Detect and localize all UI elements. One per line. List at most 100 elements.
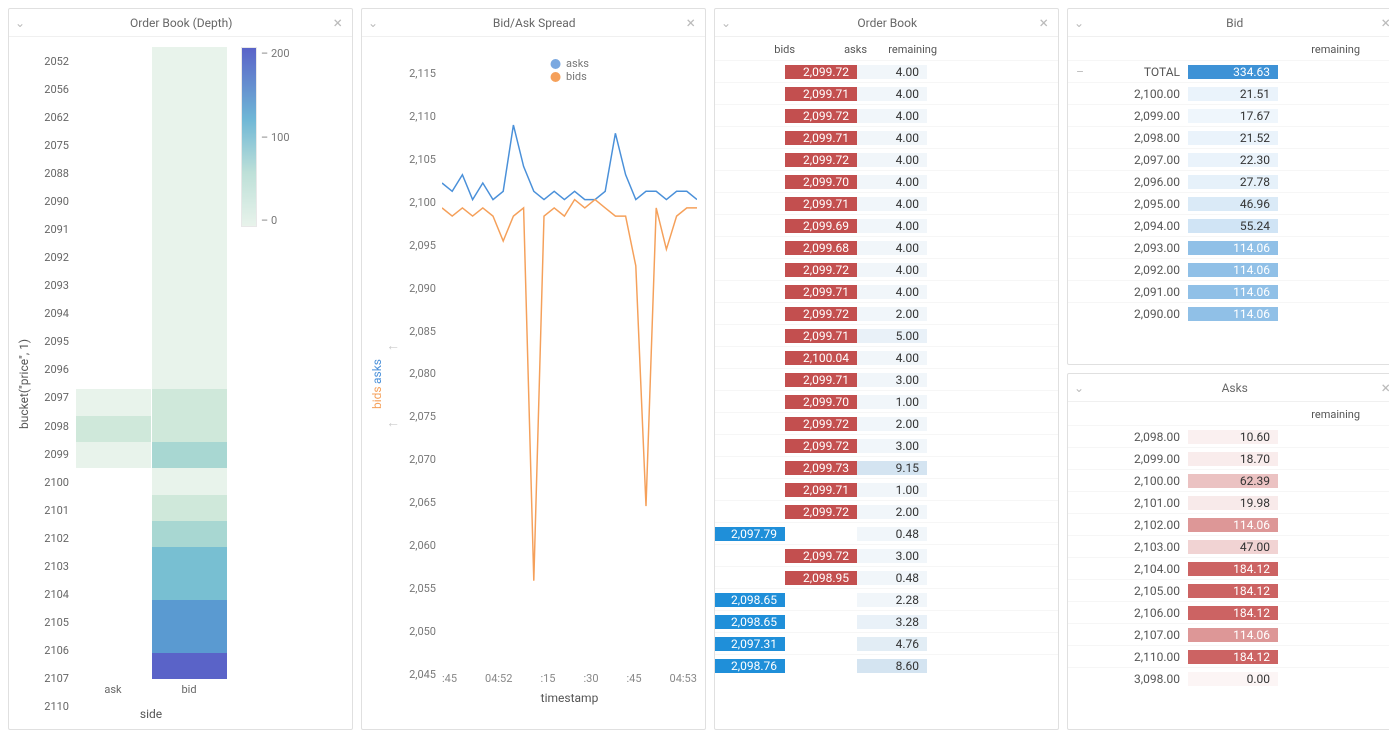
table-row[interactable]: 2,099.701.00 — [715, 390, 1058, 412]
table-row[interactable]: 2,098.950.48 — [715, 566, 1058, 588]
table-row[interactable]: 2,098.0021.52 — [1068, 126, 1389, 148]
table-row[interactable]: 2,099.724.00 — [715, 148, 1058, 170]
heatmap-cell — [76, 126, 151, 152]
table-row[interactable]: 2,098.0010.60 — [1068, 425, 1389, 447]
close-icon[interactable]: × — [1035, 15, 1052, 31]
table-row[interactable]: 2,091.00114.06 — [1068, 280, 1389, 302]
panel-title: Bid/Ask Spread — [386, 16, 682, 30]
table-row[interactable]: 2,100.044.00 — [715, 346, 1058, 368]
remaining-cell: 184.12 — [1188, 562, 1278, 576]
table-row[interactable]: 2,094.0055.24 — [1068, 214, 1389, 236]
column-header-remaining[interactable]: remaining — [1270, 43, 1360, 56]
table-row[interactable]: 2,099.711.00 — [715, 478, 1058, 500]
table-row[interactable]: 2,101.0019.98 — [1068, 491, 1389, 513]
table-row[interactable]: 2,100.0062.39 — [1068, 469, 1389, 491]
table-row[interactable]: 2,099.723.00 — [715, 544, 1058, 566]
total-row[interactable]: –TOTAL334.63 — [1068, 60, 1389, 82]
column-header-remaining[interactable]: remaining — [1270, 408, 1360, 421]
table-row[interactable]: 2,099.722.00 — [715, 500, 1058, 522]
table-row[interactable]: 2,093.00114.06 — [1068, 236, 1389, 258]
collapse-icon[interactable]: – — [1068, 65, 1088, 79]
table-row[interactable]: 2,104.00184.12 — [1068, 557, 1389, 579]
heatmap-column-ask — [75, 47, 151, 679]
table-row[interactable]: 2,105.00184.12 — [1068, 579, 1389, 601]
y-tick: 2110 — [35, 693, 75, 721]
table-row[interactable]: 2,095.0046.96 — [1068, 192, 1389, 214]
remaining-cell: 3.28 — [857, 615, 927, 629]
y-tick: 2107 — [35, 665, 75, 693]
heatmap-cell — [76, 442, 151, 468]
column-header-asks[interactable]: asks — [795, 43, 867, 56]
table-row[interactable]: 2,102.00114.06 — [1068, 513, 1389, 535]
table-row[interactable]: 3,098.000.00 — [1068, 667, 1389, 689]
table-row[interactable]: 2,097.790.48 — [715, 522, 1058, 544]
chevron-down-icon[interactable]: ⌄ — [721, 16, 731, 30]
y-tick: 2097 — [35, 384, 75, 412]
table-row[interactable]: 2,099.739.15 — [715, 456, 1058, 478]
table-row[interactable]: 2,098.768.60 — [715, 654, 1058, 676]
remaining-cell: 0.48 — [857, 527, 927, 541]
close-icon[interactable]: × — [682, 15, 699, 31]
remaining-cell: 0.48 — [857, 571, 927, 585]
table-row[interactable]: 2,098.652.28 — [715, 588, 1058, 610]
remaining-cell: 3.00 — [857, 373, 927, 387]
heatmap-cell — [76, 205, 151, 231]
table-row[interactable]: 2,090.00114.06 — [1068, 302, 1389, 324]
ask-cell: 2,099.71 — [785, 285, 857, 299]
column-header-bids[interactable]: bids — [725, 43, 795, 56]
y-tick: 2098 — [35, 412, 75, 440]
heatmap-cell — [152, 600, 227, 626]
table-row[interactable]: 2,107.00114.06 — [1068, 623, 1389, 645]
table-row[interactable]: 2,099.713.00 — [715, 368, 1058, 390]
table-row[interactable]: 2,092.00114.06 — [1068, 258, 1389, 280]
table-row[interactable]: 2,099.714.00 — [715, 82, 1058, 104]
table-row[interactable]: 2,099.694.00 — [715, 214, 1058, 236]
table-row[interactable]: 2,099.0017.67 — [1068, 104, 1389, 126]
table-row[interactable]: 2,099.684.00 — [715, 236, 1058, 258]
table-row[interactable]: 2,099.714.00 — [715, 280, 1058, 302]
table-row[interactable]: 2,099.723.00 — [715, 434, 1058, 456]
chevron-down-icon[interactable]: ⌄ — [1074, 381, 1084, 395]
close-icon[interactable]: × — [1377, 15, 1389, 31]
table-row[interactable]: 2,099.724.00 — [715, 258, 1058, 280]
y-tick: 2,090 — [402, 282, 436, 295]
close-icon[interactable]: × — [1377, 380, 1389, 396]
table-row[interactable]: 2,099.715.00 — [715, 324, 1058, 346]
column-header-remaining[interactable]: remaining — [867, 43, 937, 56]
remaining-cell: 4.00 — [857, 285, 927, 299]
ask-cell: 2,099.70 — [785, 395, 857, 409]
chevron-down-icon[interactable]: ⌄ — [1074, 16, 1084, 30]
table-row[interactable]: 2,099.722.00 — [715, 302, 1058, 324]
table-row[interactable]: 2,099.704.00 — [715, 170, 1058, 192]
remaining-cell: 4.00 — [857, 197, 927, 211]
chevron-down-icon[interactable]: ⌄ — [368, 16, 378, 30]
panel-order-book-depth: ⌄ Order Book (Depth) × bucket("price", 1… — [8, 8, 353, 730]
remaining-cell: 4.76 — [857, 637, 927, 651]
remaining-cell: 2.00 — [857, 505, 927, 519]
table-row[interactable]: 2,098.653.28 — [715, 610, 1058, 632]
table-row[interactable]: 2,097.314.76 — [715, 632, 1058, 654]
arrow-icon[interactable]: ← — [386, 414, 400, 431]
remaining-cell: 4.00 — [857, 153, 927, 167]
chart-legend: asks bids — [550, 57, 589, 83]
table-row[interactable]: 2,099.722.00 — [715, 412, 1058, 434]
table-row[interactable]: 2,099.714.00 — [715, 126, 1058, 148]
arrow-icon[interactable]: ← — [386, 337, 400, 354]
table-row[interactable]: 2,099.0018.70 — [1068, 447, 1389, 469]
chevron-down-icon[interactable]: ⌄ — [15, 16, 25, 30]
table-row[interactable]: 2,099.714.00 — [715, 192, 1058, 214]
table-row[interactable]: 2,099.724.00 — [715, 104, 1058, 126]
heatmap-cell — [152, 363, 227, 389]
table-row[interactable]: 2,110.00184.12 — [1068, 645, 1389, 667]
table-row[interactable]: 2,103.0047.00 — [1068, 535, 1389, 557]
table-row[interactable]: 2,099.724.00 — [715, 60, 1058, 82]
close-icon[interactable]: × — [329, 15, 346, 31]
ask-cell: 2,099.72 — [785, 439, 857, 453]
remaining-cell: 21.51 — [1188, 87, 1278, 101]
remaining-cell: 10.60 — [1188, 430, 1278, 444]
heatmap-cell — [152, 47, 227, 73]
table-row[interactable]: 2,100.0021.51 — [1068, 82, 1389, 104]
table-row[interactable]: 2,096.0027.78 — [1068, 170, 1389, 192]
table-row[interactable]: 2,106.00184.12 — [1068, 601, 1389, 623]
table-row[interactable]: 2,097.0022.30 — [1068, 148, 1389, 170]
